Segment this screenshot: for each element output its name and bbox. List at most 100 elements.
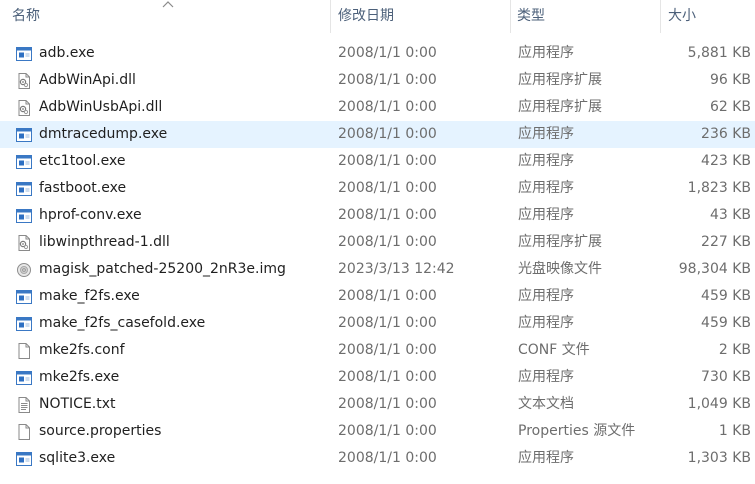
file-row[interactable]: magisk_patched-25200_2nR3e.img 2023/3/13 … xyxy=(0,256,755,283)
file-modified-date: 2008/1/1 0:00 xyxy=(338,288,437,304)
column-divider[interactable] xyxy=(510,0,511,33)
exe-icon xyxy=(16,451,32,467)
file-size: 1 KB xyxy=(718,423,751,439)
file-size: 98,304 KB xyxy=(678,261,751,277)
exe-icon xyxy=(16,370,32,386)
exe-icon xyxy=(16,181,32,197)
dll-icon xyxy=(16,73,32,89)
file-size: 96 KB xyxy=(709,72,751,88)
file-name: etc1tool.exe xyxy=(39,153,126,169)
file-row[interactable]: hprof-conv.exe 2008/1/1 0:00 应用程序 43 KB xyxy=(0,202,755,229)
file-row[interactable]: make_f2fs_casefold.exe 2008/1/1 0:00 应用程序 4… xyxy=(0,310,755,337)
file-size: 730 KB xyxy=(701,369,751,385)
exe-icon xyxy=(16,289,32,305)
column-header-type[interactable]: 类型 xyxy=(517,0,545,33)
file-row[interactable]: dmtracedump.exe 2008/1/1 0:00 应用程序 236 KB xyxy=(0,121,755,148)
file-name: mke2fs.exe xyxy=(39,369,120,385)
file-modified-date: 2008/1/1 0:00 xyxy=(338,126,437,142)
file-name: mke2fs.conf xyxy=(39,342,125,358)
file-size: 62 KB xyxy=(709,99,751,115)
file-list: adb.exe 2008/1/1 0:00 应用程序 5,881 KB AdbWinAp… xyxy=(0,40,755,472)
file-name: dmtracedump.exe xyxy=(39,126,168,142)
file-modified-date: 2008/1/1 0:00 xyxy=(338,180,437,196)
file-type: 应用程序 xyxy=(518,126,574,142)
disc-image-icon xyxy=(16,262,32,278)
file-type: 应用程序扩展 xyxy=(518,234,602,250)
file-type: 文本文档 xyxy=(518,396,574,412)
column-divider[interactable] xyxy=(330,0,331,33)
file-modified-date: 2008/1/1 0:00 xyxy=(338,45,437,61)
file-modified-date: 2008/1/1 0:00 xyxy=(338,153,437,169)
file-name: magisk_patched-25200_2nR3e.img xyxy=(39,261,286,277)
file-size: 1,303 KB xyxy=(687,450,751,466)
file-row[interactable]: fastboot.exe 2008/1/1 0:00 应用程序 1,823 KB xyxy=(0,175,755,202)
file-row[interactable]: source.properties 2008/1/1 0:00 Properties… xyxy=(0,418,755,445)
file-modified-date: 2008/1/1 0:00 xyxy=(338,207,437,223)
file-name: libwinpthread-1.dll xyxy=(39,234,170,250)
blank-file-icon xyxy=(16,424,32,440)
file-size: 459 KB xyxy=(701,315,751,331)
file-type: 应用程序 xyxy=(518,450,574,466)
exe-icon xyxy=(16,208,32,224)
file-size: 5,881 KB xyxy=(687,45,751,61)
file-row[interactable]: make_f2fs.exe 2008/1/1 0:00 应用程序 459 KB xyxy=(0,283,755,310)
file-row[interactable]: etc1tool.exe 2008/1/1 0:00 应用程序 423 KB xyxy=(0,148,755,175)
file-modified-date: 2023/3/13 12:42 xyxy=(338,261,455,277)
file-type: 应用程序 xyxy=(518,180,574,196)
file-row[interactable]: mke2fs.exe 2008/1/1 0:00 应用程序 730 KB xyxy=(0,364,755,391)
exe-icon xyxy=(16,316,32,332)
file-row[interactable]: AdbWinUsbApi.dll 2008/1/1 0:00 应用程序扩展 62 KB xyxy=(0,94,755,121)
column-header-name[interactable]: 名称 xyxy=(12,0,40,33)
text-file-icon xyxy=(16,397,32,413)
file-type: 应用程序 xyxy=(518,369,574,385)
file-size: 1,823 KB xyxy=(687,180,751,196)
file-size: 2 KB xyxy=(718,342,751,358)
file-name: fastboot.exe xyxy=(39,180,127,196)
file-row[interactable]: adb.exe 2008/1/1 0:00 应用程序 5,881 KB xyxy=(0,40,755,67)
file-modified-date: 2008/1/1 0:00 xyxy=(338,423,437,439)
column-divider[interactable] xyxy=(660,0,661,33)
file-name: AdbWinUsbApi.dll xyxy=(39,99,163,115)
file-type: 应用程序 xyxy=(518,288,574,304)
file-size: 1,049 KB xyxy=(687,396,751,412)
column-header-date[interactable]: 修改日期 xyxy=(338,0,394,33)
file-type: 应用程序 xyxy=(518,207,574,223)
column-header-bar: 名称 修改日期 类型 大小 xyxy=(0,0,755,33)
file-name: AdbWinApi.dll xyxy=(39,72,136,88)
file-modified-date: 2008/1/1 0:00 xyxy=(338,450,437,466)
file-row[interactable]: mke2fs.conf 2008/1/1 0:00 CONF 文件 2 KB xyxy=(0,337,755,364)
file-modified-date: 2008/1/1 0:00 xyxy=(338,369,437,385)
file-size: 227 KB xyxy=(701,234,751,250)
file-modified-date: 2008/1/1 0:00 xyxy=(338,342,437,358)
dll-icon xyxy=(16,235,32,251)
file-row[interactable]: NOTICE.txt 2008/1/1 0:00 文本文档 1,049 KB xyxy=(0,391,755,418)
file-type: 应用程序扩展 xyxy=(518,99,602,115)
file-size: 43 KB xyxy=(709,207,751,223)
file-type: Properties 源文件 xyxy=(518,423,636,439)
file-row[interactable]: sqlite3.exe 2008/1/1 0:00 应用程序 1,303 KB xyxy=(0,445,755,472)
file-type: 光盘映像文件 xyxy=(518,261,602,277)
file-type: 应用程序 xyxy=(518,153,574,169)
file-modified-date: 2008/1/1 0:00 xyxy=(338,234,437,250)
sort-ascending-icon[interactable] xyxy=(162,0,174,8)
exe-icon xyxy=(16,46,32,62)
file-name: source.properties xyxy=(39,423,162,439)
file-name: make_f2fs.exe xyxy=(39,288,140,304)
file-size: 236 KB xyxy=(701,126,751,142)
dll-icon xyxy=(16,100,32,116)
file-type: 应用程序扩展 xyxy=(518,72,602,88)
file-row[interactable]: AdbWinApi.dll 2008/1/1 0:00 应用程序扩展 96 KB xyxy=(0,67,755,94)
file-modified-date: 2008/1/1 0:00 xyxy=(338,72,437,88)
file-name: hprof-conv.exe xyxy=(39,207,142,223)
exe-icon xyxy=(16,127,32,143)
file-modified-date: 2008/1/1 0:00 xyxy=(338,99,437,115)
file-size: 423 KB xyxy=(701,153,751,169)
column-header-size[interactable]: 大小 xyxy=(668,0,696,33)
file-row[interactable]: libwinpthread-1.dll 2008/1/1 0:00 应用程序扩展 22… xyxy=(0,229,755,256)
file-name: adb.exe xyxy=(39,45,95,61)
file-modified-date: 2008/1/1 0:00 xyxy=(338,315,437,331)
exe-icon xyxy=(16,154,32,170)
blank-file-icon xyxy=(16,343,32,359)
file-modified-date: 2008/1/1 0:00 xyxy=(338,396,437,412)
file-size: 459 KB xyxy=(701,288,751,304)
